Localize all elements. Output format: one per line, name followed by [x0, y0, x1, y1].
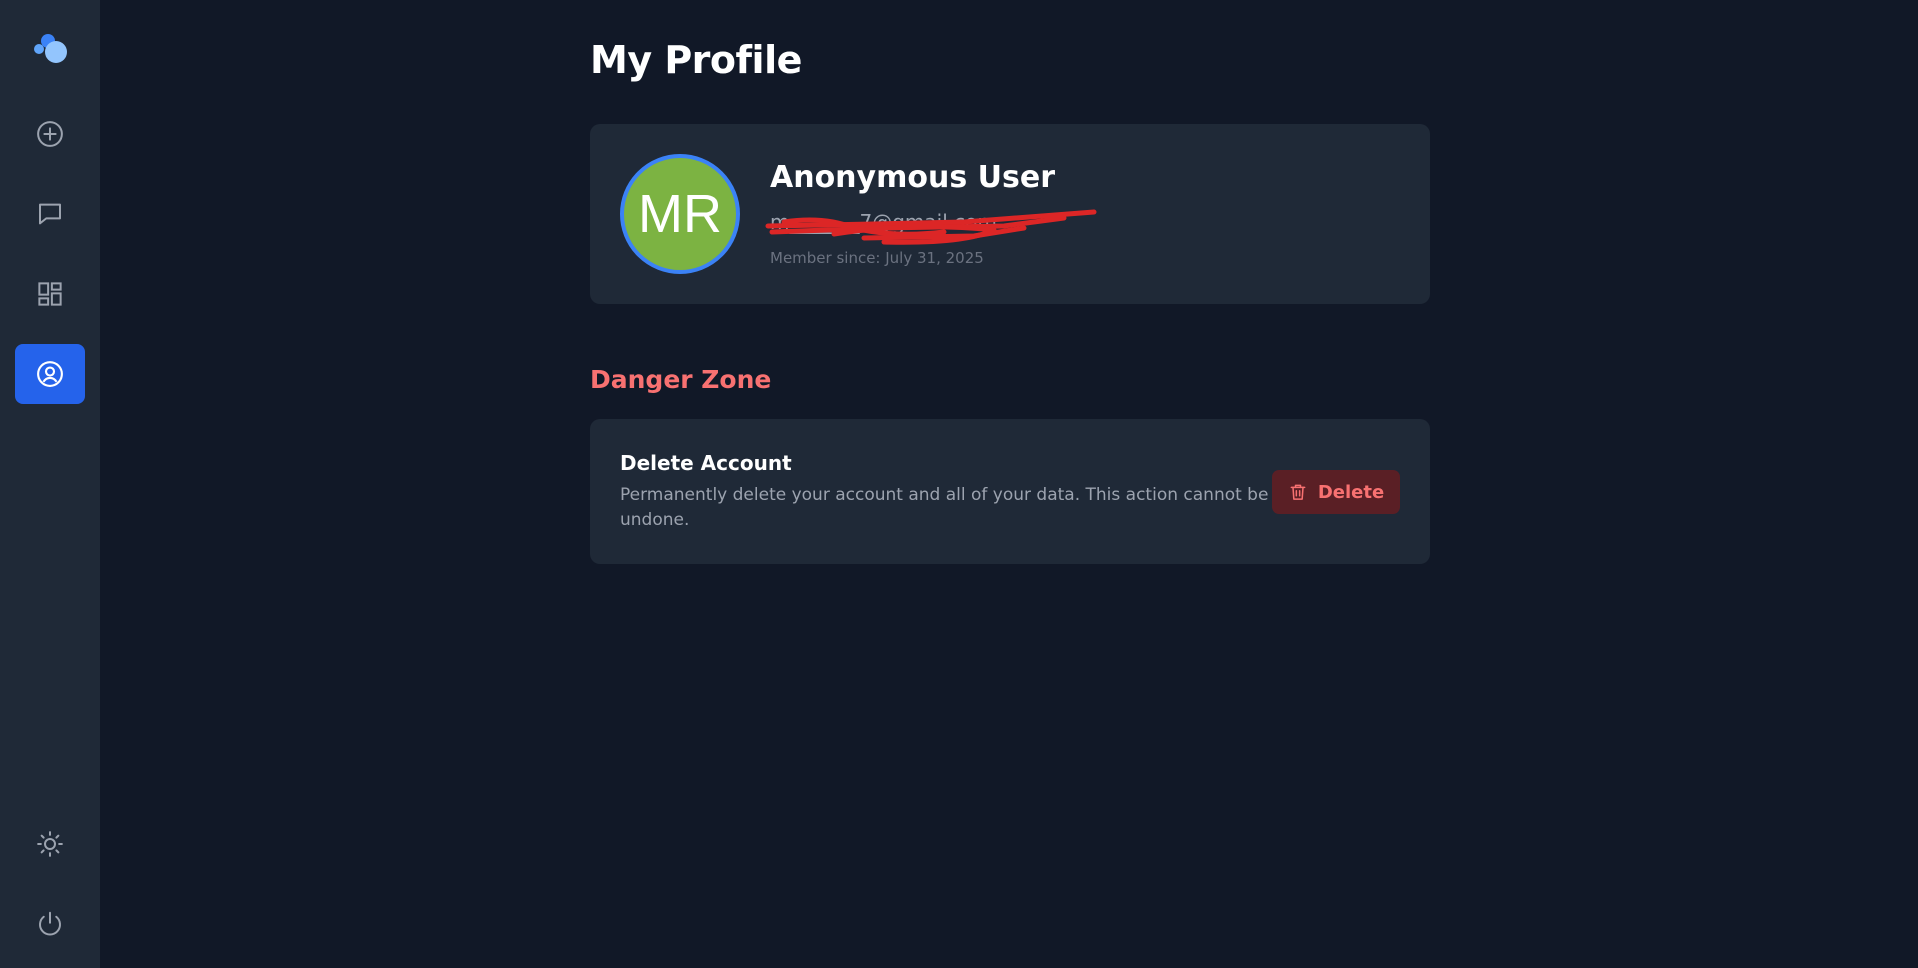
user-name: Anonymous User — [770, 160, 1055, 195]
delete-account-button[interactable]: Delete — [1272, 470, 1400, 514]
plus-circle-icon — [37, 121, 63, 147]
delete-button-label: Delete — [1317, 481, 1385, 503]
trash-icon — [1290, 484, 1306, 500]
power-icon — [39, 911, 61, 936]
main-content: My Profile MR Anonymous User m_______7@g… — [100, 0, 1918, 968]
sidebar-item-chats[interactable] — [15, 184, 85, 244]
danger-zone-title: Danger Zone — [590, 365, 772, 394]
bubbles-logo-icon[interactable] — [32, 32, 68, 66]
avatar: MR — [620, 154, 740, 274]
dashboard-grid-icon — [38, 282, 62, 306]
sidebar-item-dashboard[interactable] — [15, 264, 85, 324]
sidebar-item-logout[interactable] — [15, 894, 85, 954]
sun-icon — [37, 831, 63, 857]
redaction-scribble — [765, 209, 1097, 245]
member-since: Member since: July 31, 2025 — [770, 249, 984, 267]
sidebar-item-theme[interactable] — [15, 814, 85, 874]
user-circle-icon — [37, 361, 63, 387]
delete-account-title: Delete Account — [620, 451, 792, 475]
page-title: My Profile — [590, 38, 802, 82]
sidebar-item-new[interactable] — [15, 104, 85, 164]
sidebar-item-profile[interactable] — [15, 344, 85, 404]
chat-bubble-icon — [39, 203, 61, 225]
delete-account-description: Permanently delete your account and all … — [620, 485, 1269, 530]
profile-card: MR Anonymous User m_______7@gmail.com Me… — [590, 124, 1430, 304]
sidebar — [0, 0, 100, 968]
danger-zone-card: Delete Account Permanently delete your a… — [590, 419, 1430, 564]
